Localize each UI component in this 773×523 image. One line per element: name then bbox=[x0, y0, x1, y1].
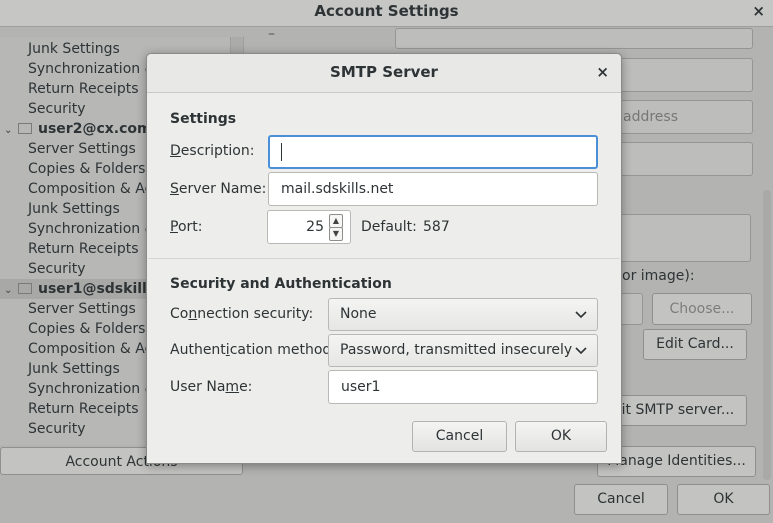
window-titlebar: Account Settings × bbox=[0, 0, 773, 27]
tree-item-label: user2@cx.com bbox=[38, 121, 152, 137]
mail-account-icon bbox=[18, 282, 32, 294]
ok-button[interactable]: OK bbox=[515, 421, 607, 452]
tree-item-label: Security bbox=[28, 421, 86, 437]
tree-item[interactable]: Server Settings bbox=[0, 139, 136, 159]
user-name-label: User Name: bbox=[170, 379, 253, 395]
tree-item-label: Security bbox=[28, 101, 86, 117]
tree-item-label: Return Receipts bbox=[28, 241, 139, 257]
tree-item-label: Composition & Add bbox=[28, 181, 163, 197]
manage-identities-label: Manage Identities... bbox=[607, 453, 746, 469]
bg-ok-button[interactable]: OK bbox=[677, 484, 770, 515]
tree-item-label: Return Receipts bbox=[28, 81, 139, 97]
connection-security-select[interactable]: None bbox=[328, 298, 598, 331]
tree-item-label: Server Settings bbox=[28, 301, 136, 317]
connection-security-value: None bbox=[340, 306, 377, 322]
dialog-title: SMTP Server bbox=[330, 63, 438, 81]
bg-cancel-button[interactable]: Cancel bbox=[574, 484, 668, 515]
right-pane-scrollbar[interactable] bbox=[763, 190, 771, 480]
tree-item-label: Security bbox=[28, 261, 86, 277]
tree-item-label: Junk Settings bbox=[28, 41, 120, 57]
description-label: Description: bbox=[170, 143, 255, 159]
tree-item-label: Synchronization & bbox=[28, 61, 156, 77]
default-port-value: 587 bbox=[423, 219, 450, 235]
tree-account-row[interactable]: ⌄ user2@cx.com bbox=[0, 119, 152, 139]
choose-button[interactable]: Choose... bbox=[652, 293, 752, 325]
expand-twisty-icon[interactable]: ⌄ bbox=[4, 281, 16, 301]
auth-method-value: Password, transmitted insecurely bbox=[340, 342, 573, 358]
default-port-label: Default: bbox=[361, 219, 417, 235]
tree-item-label: Synchronization & bbox=[28, 381, 156, 397]
tree-item[interactable]: Security bbox=[0, 259, 86, 279]
tree-item-label: Junk Settings bbox=[28, 201, 120, 217]
tree-item[interactable]: Copies & Folders bbox=[0, 319, 145, 339]
tree-item[interactable]: Security bbox=[0, 419, 86, 439]
text-caret bbox=[281, 143, 282, 161]
tree-item[interactable]: Junk Settings bbox=[0, 39, 120, 59]
port-decrement-icon[interactable]: ▼ bbox=[329, 227, 343, 241]
tree-item[interactable]: Return Receipts bbox=[0, 239, 139, 259]
auth-method-select[interactable]: Password, transmitted insecurely bbox=[328, 334, 598, 367]
tree-item-label: Copies & Folders bbox=[28, 161, 146, 177]
choose-label: Choose... bbox=[669, 301, 735, 317]
settings-heading: Settings bbox=[170, 111, 237, 127]
edit-card-label: Edit Card... bbox=[656, 336, 734, 352]
mail-account-icon bbox=[18, 122, 32, 134]
bg-field-top[interactable] bbox=[395, 28, 753, 49]
tree-item[interactable]: Composition & Add bbox=[0, 179, 162, 199]
dialog-titlebar: SMTP Server × bbox=[147, 54, 621, 93]
server-name-value: mail.sdskills.net bbox=[281, 181, 394, 197]
edit-smtp-server-button[interactable]: dit SMTP server... bbox=[600, 395, 747, 426]
tree-item[interactable]: Copies & Folders bbox=[0, 159, 145, 179]
tree-item[interactable]: Synchronization & bbox=[0, 219, 156, 239]
cancel-label: Cancel bbox=[435, 428, 484, 444]
auth-method-label: Authentication method: bbox=[170, 342, 337, 358]
chevron-down-icon bbox=[575, 335, 587, 366]
section-divider bbox=[148, 258, 620, 259]
tree-item-label: Copies & Folders bbox=[28, 321, 146, 337]
dialog-close-icon[interactable]: × bbox=[596, 54, 609, 90]
tree-item-label: Synchronization & bbox=[28, 221, 156, 237]
port-value: 25 bbox=[306, 219, 324, 235]
chevron-down-icon bbox=[575, 299, 587, 330]
user-name-input[interactable]: user1 bbox=[328, 370, 598, 404]
server-name-input[interactable]: mail.sdskills.net bbox=[268, 172, 598, 206]
tree-item[interactable]: Return Receipts bbox=[0, 79, 139, 99]
server-name-label: Server Name: bbox=[170, 181, 267, 197]
port-increment-icon[interactable]: ▲ bbox=[329, 214, 343, 228]
tree-item[interactable]: Composition & Add bbox=[0, 339, 162, 359]
window-close-icon[interactable]: × bbox=[752, 0, 765, 22]
tree-item-label: Return Receipts bbox=[28, 401, 139, 417]
user-name-value: user1 bbox=[341, 379, 381, 395]
tree-item[interactable]: Synchronization & bbox=[0, 59, 156, 79]
edit-card-button[interactable]: Edit Card... bbox=[643, 329, 747, 360]
bg-address-placeholder: address bbox=[623, 109, 679, 125]
tree-item-label: Junk Settings bbox=[28, 361, 120, 377]
tree-item-label: Server Settings bbox=[28, 141, 136, 157]
bg-dash: – bbox=[268, 26, 275, 42]
tree-item[interactable]: Server Settings bbox=[0, 299, 136, 319]
bg-cancel-label: Cancel bbox=[597, 491, 645, 507]
tree-item[interactable]: Junk Settings bbox=[0, 199, 120, 219]
cancel-button[interactable]: Cancel bbox=[412, 421, 507, 452]
bg-ok-label: OK bbox=[713, 491, 734, 507]
tree-item[interactable]: Security bbox=[0, 99, 86, 119]
tree-item-label: Composition & Add bbox=[28, 341, 163, 357]
edit-smtp-label: dit SMTP server... bbox=[612, 402, 735, 418]
bg-or-image-text: or image): bbox=[622, 268, 695, 284]
smtp-server-dialog: SMTP Server × Settings Description: Serv… bbox=[146, 53, 622, 464]
port-stepper[interactable]: 25 ▲ ▼ bbox=[267, 210, 351, 244]
tree-item[interactable]: Synchronization & bbox=[0, 379, 156, 399]
description-input[interactable] bbox=[268, 135, 598, 169]
tree-item[interactable]: Junk Settings bbox=[0, 359, 120, 379]
security-heading: Security and Authentication bbox=[170, 276, 392, 292]
window-title: Account Settings bbox=[314, 2, 459, 20]
expand-twisty-icon[interactable]: ⌄ bbox=[4, 121, 16, 141]
connection-security-label: Connection security: bbox=[170, 306, 314, 322]
port-label: Port: bbox=[170, 219, 203, 235]
tree-item[interactable]: Return Receipts bbox=[0, 399, 139, 419]
ok-label: OK bbox=[550, 428, 572, 444]
